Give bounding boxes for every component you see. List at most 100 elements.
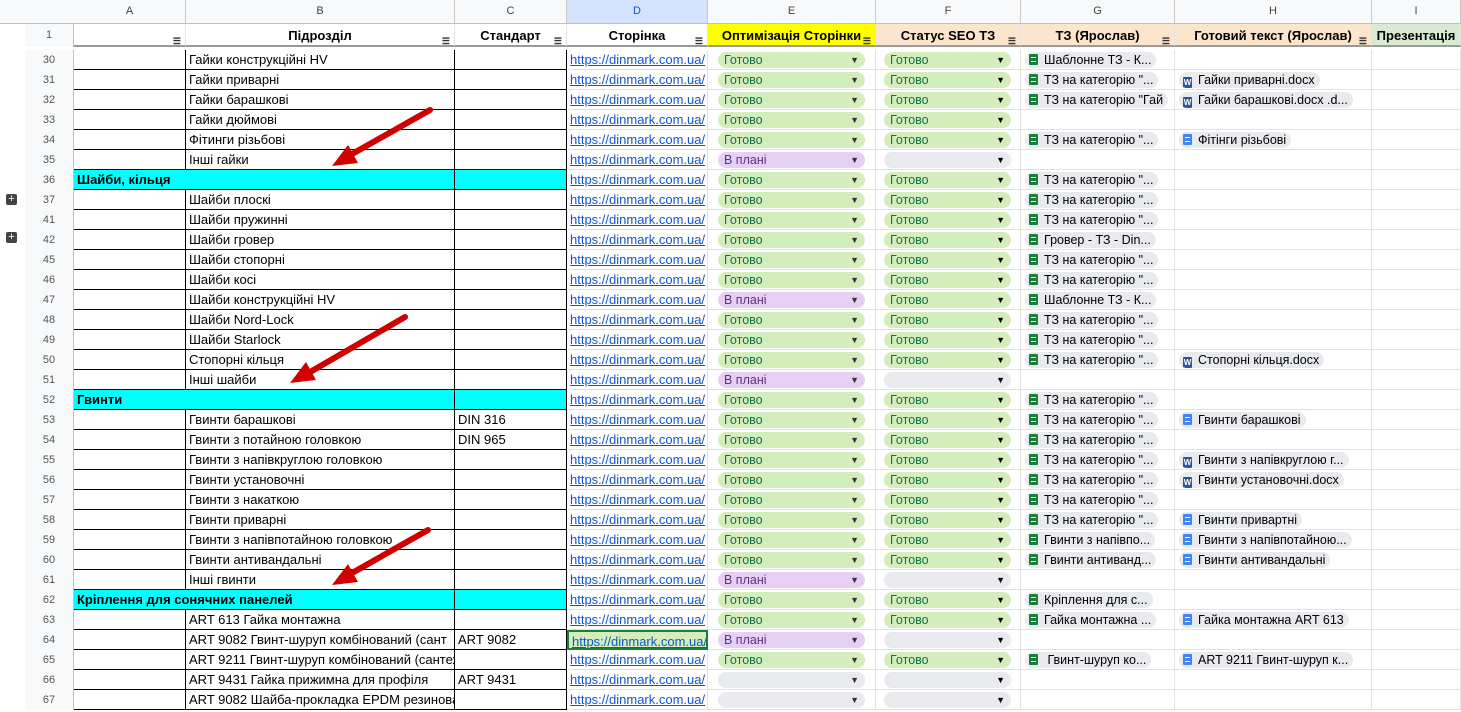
cell-e-optimization[interactable]: В плані ▼ (708, 570, 876, 590)
cell-h-text[interactable] (1175, 370, 1372, 390)
file-chip[interactable]: ТЗ на категорію "... (1025, 272, 1159, 288)
cell-f-seo-status[interactable]: Готово ▼ (876, 350, 1021, 370)
filter-icon[interactable]: ☰ (1359, 30, 1367, 45)
seo-status-dropdown[interactable]: Готово ▼ (884, 332, 1011, 348)
cell-f-seo-status[interactable]: Готово ▼ (876, 450, 1021, 470)
cell-c-standard[interactable] (455, 290, 567, 310)
cell-e-optimization[interactable]: ▼ (708, 690, 876, 710)
cell-b-subsection[interactable]: Шайби конструкційні HV (186, 290, 455, 310)
dropdown-arrow-icon[interactable]: ▼ (996, 72, 1005, 88)
seo-status-dropdown[interactable]: Готово ▼ (884, 512, 1011, 528)
page-link[interactable]: https://dinmark.com.ua/ (570, 552, 705, 567)
cell-d-page-link[interactable]: https://dinmark.com.ua/ (567, 130, 708, 150)
cell-d-page-link[interactable]: https://dinmark.com.ua/ (567, 430, 708, 450)
cell-c-standard[interactable]: DIN 965 (455, 430, 567, 450)
cell-d-page-link[interactable]: https://dinmark.com.ua/ (567, 270, 708, 290)
cell-i-presentation[interactable] (1372, 450, 1461, 470)
cell-e-optimization[interactable]: Готово ▼ (708, 90, 876, 110)
dropdown-arrow-icon[interactable]: ▼ (996, 472, 1005, 488)
page-link[interactable]: https://dinmark.com.ua/ (570, 512, 705, 527)
cell-c-standard[interactable] (455, 530, 567, 550)
row-number[interactable]: 57 (25, 490, 74, 510)
cell-c-standard[interactable] (455, 570, 567, 590)
cell-e-optimization[interactable]: Готово ▼ (708, 650, 876, 670)
cell-g-spec[interactable]: ТЗ на категорію "... (1021, 430, 1175, 450)
cell-i-presentation[interactable] (1372, 70, 1461, 90)
cell-b-subsection[interactable]: Гвинти з напівпотайною головкою (186, 530, 455, 550)
optimization-status-dropdown[interactable]: В плані ▼ (718, 372, 865, 388)
dropdown-arrow-icon[interactable]: ▼ (850, 272, 859, 288)
cell-g-spec[interactable]: ТЗ на категорію "... (1021, 170, 1175, 190)
cell-h-text[interactable]: W Гайки приварні.docx (1175, 70, 1372, 90)
cell-h-text[interactable] (1175, 230, 1372, 250)
cell-c-standard[interactable] (455, 470, 567, 490)
optimization-status-dropdown[interactable]: Готово ▼ (718, 332, 865, 348)
cell-h-text[interactable] (1175, 170, 1372, 190)
optimization-status-dropdown[interactable]: Готово ▼ (718, 552, 865, 568)
cell-c-standard[interactable] (455, 550, 567, 570)
seo-status-dropdown[interactable]: Готово ▼ (884, 72, 1011, 88)
row-number[interactable]: 45 (25, 250, 74, 270)
cell-h-text[interactable] (1175, 190, 1372, 210)
cell-h-text[interactable] (1175, 110, 1372, 130)
cell-e-optimization[interactable]: Готово ▼ (708, 530, 876, 550)
cell-h-text[interactable] (1175, 690, 1372, 710)
seo-status-dropdown[interactable]: Готово ▼ (884, 192, 1011, 208)
cell-c-standard[interactable] (455, 170, 567, 190)
cell-h-text[interactable]: Гвинти барашкові (1175, 410, 1372, 430)
cell-c-standard[interactable] (455, 50, 567, 70)
page-link[interactable]: https://dinmark.com.ua/ (570, 692, 705, 707)
filter-icon[interactable]: ☰ (1162, 30, 1170, 45)
dropdown-arrow-icon[interactable]: ▼ (850, 152, 859, 168)
seo-status-dropdown[interactable]: Готово ▼ (884, 392, 1011, 408)
file-chip[interactable]: ТЗ на категорію "... (1025, 412, 1159, 428)
cell-b-subsection[interactable]: ART 9082 Шайба-прокладка EPDM резинова (186, 690, 455, 710)
cell-a[interactable] (74, 270, 186, 290)
row-number[interactable]: 42 (25, 230, 74, 250)
cell-g-spec[interactable]: Шаблонне ТЗ - К... (1021, 50, 1175, 70)
cell-h-text[interactable] (1175, 670, 1372, 690)
cell-h-text[interactable] (1175, 430, 1372, 450)
cell-b-subsection[interactable] (186, 170, 455, 190)
dropdown-arrow-icon[interactable]: ▼ (850, 52, 859, 68)
cell-d-page-link[interactable]: https://dinmark.com.ua/ (567, 150, 708, 170)
dropdown-arrow-icon[interactable]: ▼ (996, 132, 1005, 148)
cell-f-seo-status[interactable]: Готово ▼ (876, 250, 1021, 270)
file-chip[interactable]: W Гайки приварні.docx (1179, 72, 1320, 88)
cell-f-seo-status[interactable]: ▼ (876, 570, 1021, 590)
cell-f-seo-status[interactable]: Готово ▼ (876, 330, 1021, 350)
cell-e-optimization[interactable]: ▼ (708, 670, 876, 690)
cell-b-subsection[interactable]: Гвинти з потайною головкою (186, 430, 455, 450)
cell-h-text[interactable] (1175, 330, 1372, 350)
dropdown-arrow-icon[interactable]: ▼ (996, 492, 1005, 508)
dropdown-arrow-icon[interactable]: ▼ (996, 352, 1005, 368)
file-chip[interactable]: Гвинт-шуруп ко... (1025, 652, 1152, 668)
cell-f-seo-status[interactable]: Готово ▼ (876, 90, 1021, 110)
cell-d-page-link[interactable]: https://dinmark.com.ua/ (567, 50, 708, 70)
page-link[interactable]: https://dinmark.com.ua/ (572, 634, 706, 648)
cell-i-presentation[interactable] (1372, 550, 1461, 570)
dropdown-arrow-icon[interactable]: ▼ (996, 572, 1005, 588)
optimization-status-dropdown[interactable]: Готово ▼ (718, 312, 865, 328)
page-link[interactable]: https://dinmark.com.ua/ (570, 532, 705, 547)
cell-i-presentation[interactable] (1372, 630, 1461, 650)
cell-a[interactable] (74, 410, 186, 430)
seo-status-dropdown[interactable]: Готово ▼ (884, 432, 1011, 448)
optimization-status-dropdown[interactable]: ▼ (718, 672, 865, 688)
page-link[interactable]: https://dinmark.com.ua/ (570, 252, 705, 267)
cell-a[interactable] (74, 210, 186, 230)
page-link[interactable]: https://dinmark.com.ua/ (570, 132, 705, 147)
dropdown-arrow-icon[interactable]: ▼ (996, 392, 1005, 408)
cell-g-spec[interactable]: Гвинти антиванд... (1021, 550, 1175, 570)
cell-h-text[interactable] (1175, 270, 1372, 290)
cell-a[interactable] (74, 470, 186, 490)
cell-d-page-link[interactable]: https://dinmark.com.ua/ (567, 90, 708, 110)
cell-c-standard[interactable]: ART 9082 (455, 630, 567, 650)
cell-e-optimization[interactable]: Готово ▼ (708, 430, 876, 450)
dropdown-arrow-icon[interactable]: ▼ (850, 392, 859, 408)
cell-g-spec[interactable]: ТЗ на категорію "... (1021, 490, 1175, 510)
row-number[interactable]: 53 (25, 410, 74, 430)
cell-a[interactable] (74, 570, 186, 590)
dropdown-arrow-icon[interactable]: ▼ (996, 532, 1005, 548)
dropdown-arrow-icon[interactable]: ▼ (996, 192, 1005, 208)
